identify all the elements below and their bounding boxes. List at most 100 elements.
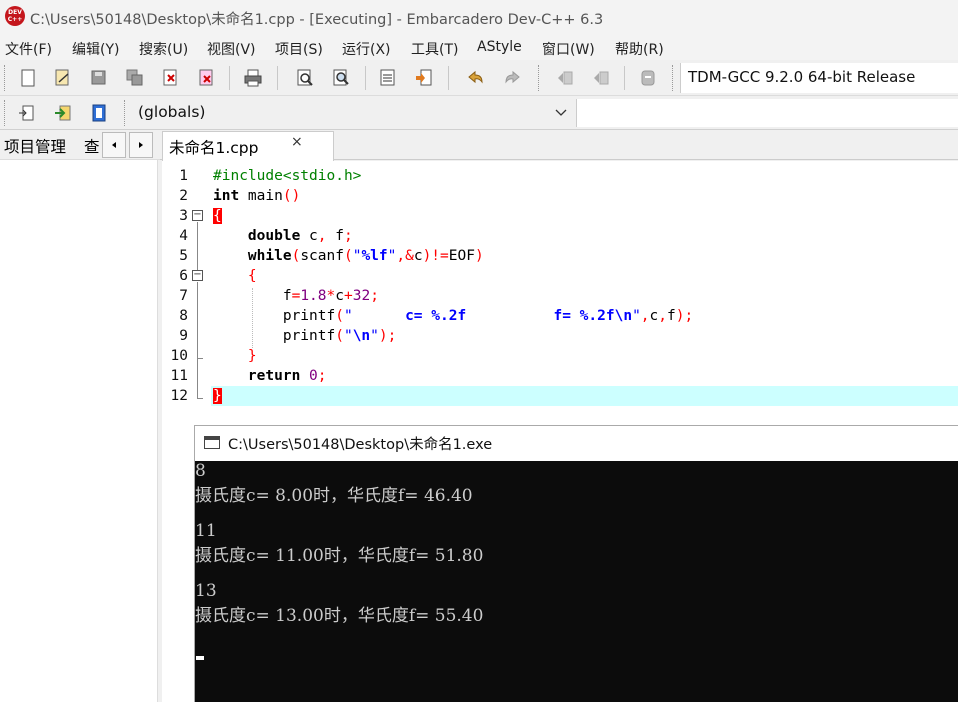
find-button[interactable] [294, 67, 316, 89]
code-line-1: #include<stdio.h> [213, 168, 362, 184]
devcpp-app-icon: DEV C++ [5, 6, 25, 26]
insert-icon [19, 105, 34, 121]
bookmark-icon [416, 69, 432, 86]
close-all-icon [199, 69, 213, 86]
open-file-icon [55, 69, 69, 86]
editor-tab-label: 未命名1.cpp [169, 139, 259, 157]
code-line-6: { [247, 268, 257, 284]
current-line-highlight [211, 386, 958, 406]
goto-definition-icon [92, 104, 106, 122]
line-number: 2 [179, 188, 188, 204]
chevron-down-icon[interactable] [555, 106, 567, 118]
code-line-9: printf("\n"); [213, 328, 397, 344]
console-line: 13 [195, 581, 217, 601]
tab-scroll-left-button[interactable] [102, 132, 126, 158]
menu-run[interactable]: 运行(X) [342, 39, 391, 59]
line-number: 12 [170, 388, 188, 404]
line-number: 10 [170, 348, 188, 364]
code-line-12: } [213, 388, 222, 404]
compiler-select[interactable]: TDM-GCC 9.2.0 64-bit Release [680, 63, 958, 93]
close-all-button[interactable] [196, 67, 218, 89]
line-number: 11 [170, 368, 188, 384]
code-line-10: } [247, 348, 257, 364]
code-line-7: f=1.8*c+32; [213, 288, 379, 304]
menu-search[interactable]: 搜索(U) [139, 39, 188, 59]
undo-icon [468, 70, 483, 84]
menu-tools[interactable]: 工具(T) [411, 39, 458, 59]
replace-button[interactable] [330, 67, 352, 89]
menu-bar: 文件(F) 编辑(Y) 搜索(U) 视图(V) 项目(S) 运行(X) 工具(T… [0, 34, 958, 60]
replace-icon [333, 69, 349, 86]
toolbar-grip [4, 100, 7, 126]
arrow-right-icon [139, 142, 143, 148]
menu-window[interactable]: 窗口(W) [542, 39, 595, 59]
toolbar-separator [277, 66, 278, 90]
indent-icon [594, 71, 609, 85]
toolbar-grip [538, 65, 541, 91]
line-number: 4 [179, 228, 188, 244]
code-line-8: printf(" c= %.2f f= %.2f\n",c,f); [213, 308, 694, 324]
close-tab-icon[interactable]: × [291, 134, 303, 150]
toolbar-separator [365, 66, 366, 90]
fold-line [197, 358, 198, 398]
symbol-select[interactable] [576, 99, 958, 127]
line-number: 7 [179, 288, 188, 304]
save-all-icon [126, 69, 143, 86]
goto-line-icon [380, 69, 395, 86]
toolbar-separator [624, 66, 625, 90]
insert-button[interactable] [16, 102, 38, 124]
redo-button[interactable] [501, 67, 523, 89]
line-number: 5 [179, 248, 188, 264]
project-panel [0, 130, 158, 702]
menu-astyle[interactable]: AStyle [477, 39, 522, 55]
menu-project[interactable]: 项目(S) [275, 39, 323, 59]
line-number: 9 [179, 328, 188, 344]
indent-button[interactable] [590, 67, 612, 89]
comment-button[interactable] [637, 67, 659, 89]
console-line: 摄氏度c= 8.00时，华氏度f= 46.40 [195, 486, 473, 506]
goto-line-button[interactable] [377, 67, 399, 89]
print-button[interactable] [242, 67, 264, 89]
arrow-left-icon [112, 142, 116, 148]
code-line-4: double c, f; [247, 228, 353, 244]
new-file-button[interactable] [17, 67, 39, 89]
toolbar-grip [4, 65, 7, 91]
tab-view-class[interactable]: 查 [84, 135, 100, 157]
fold-toggle-icon[interactable]: − [192, 210, 203, 221]
tab-scroll-right-button[interactable] [129, 132, 153, 158]
fold-line [197, 222, 198, 270]
print-icon [244, 69, 262, 87]
console-title: C:\Users\50148\Desktop\未命名1.exe [228, 437, 493, 453]
fold-toggle-icon[interactable]: − [192, 270, 203, 281]
save-button[interactable] [88, 67, 110, 89]
goto-definition-button[interactable] [88, 102, 110, 124]
menu-view[interactable]: 视图(V) [207, 39, 256, 59]
close-file-button[interactable] [160, 67, 182, 89]
editor-tab-file[interactable]: 未命名1.cpp × [162, 131, 334, 161]
open-file-button[interactable] [52, 67, 74, 89]
tab-project-manager[interactable]: 项目管理 [4, 135, 66, 157]
find-icon [297, 69, 313, 86]
redo-icon [505, 70, 520, 84]
toggle-bookmark-button[interactable] [413, 67, 435, 89]
save-all-button[interactable] [124, 67, 146, 89]
comment-icon [641, 70, 655, 86]
window-title: C:\Users\50148\Desktop\未命名1.cpp - [Execu… [30, 12, 604, 28]
scope-select[interactable]: (globals) [132, 100, 572, 126]
menu-edit[interactable]: 编辑(Y) [72, 39, 119, 59]
line-number: 3 [179, 208, 188, 224]
toolbar-grip [672, 65, 675, 91]
line-number: 1 [179, 168, 188, 184]
toolbar-separator [448, 66, 449, 90]
code-line-2: int main() [213, 188, 301, 204]
save-icon [91, 70, 106, 85]
menu-file[interactable]: 文件(F) [5, 39, 52, 59]
undo-button[interactable] [465, 67, 487, 89]
fold-line [197, 282, 198, 358]
goto-declaration-button[interactable] [52, 102, 74, 124]
unindent-button[interactable] [554, 67, 576, 89]
toolbar-separator [229, 66, 230, 90]
menu-help[interactable]: 帮助(R) [615, 39, 664, 59]
title-bar: DEV C++ C:\Users\50148\Desktop\未命名1.cpp … [0, 0, 958, 34]
console-line: 摄氏度c= 13.00时，华氏度f= 55.40 [195, 606, 484, 626]
